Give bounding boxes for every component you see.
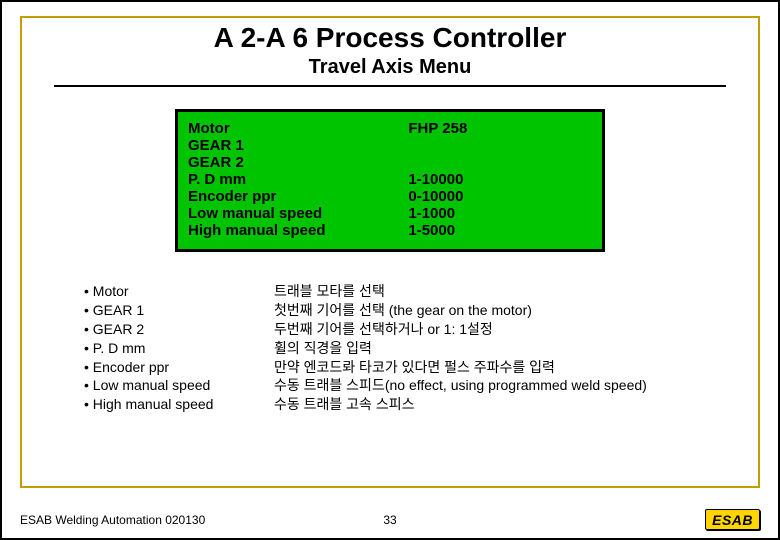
list-item: • High manual speed [84, 395, 274, 414]
bullet-desc-col: 트래블 모타를 선택 첫번째 기어를 선택 (the gear on the m… [274, 282, 760, 414]
bullet-desc: 두번째 기어를 선택하거나 or 1: 1설정 [274, 320, 760, 339]
divider [54, 85, 726, 87]
panel-row: P. D mm1-10000 [188, 171, 592, 188]
panel-label: GEAR 1 [188, 137, 408, 154]
list-item: • GEAR 2 [84, 320, 274, 339]
panel-value: FHP 258 [408, 120, 592, 137]
bullet-list: • Motor • GEAR 1 • GEAR 2 • P. D mm • En… [84, 282, 760, 414]
bullet-name: High manual speed [93, 396, 214, 412]
panel-row: Encoder ppr0-10000 [188, 188, 592, 205]
list-item: • P. D mm [84, 339, 274, 358]
list-item: • Motor [84, 282, 274, 301]
panel-value: 1-5000 [408, 222, 592, 239]
list-item: • GEAR 1 [84, 301, 274, 320]
panel-row: High manual speed1-5000 [188, 222, 592, 239]
panel-label: Motor [188, 120, 408, 137]
panel-row: Low manual speed1-1000 [188, 205, 592, 222]
panel-value: 1-10000 [408, 171, 592, 188]
panel-row: GEAR 2 [188, 154, 592, 171]
panel-label: GEAR 2 [188, 154, 408, 171]
page-title: A 2-A 6 Process Controller [20, 22, 760, 54]
bullet-name: Motor [93, 283, 129, 299]
page-subtitle: Travel Axis Menu [20, 56, 760, 79]
bullet-desc: 만약 엔코드롸 타코가 있다면 펄스 주파수를 입력 [274, 358, 760, 377]
panel-row: GEAR 1 [188, 137, 592, 154]
bullet-desc: 휠의 직경을 입력 [274, 339, 760, 358]
bullet-desc: 트래블 모타를 선택 [274, 282, 760, 301]
list-item: • Encoder ppr [84, 358, 274, 377]
slide: A 2-A 6 Process Controller Travel Axis M… [0, 0, 780, 540]
panel-value [408, 154, 592, 171]
footer-left-text: ESAB Welding Automation 020130 [20, 513, 267, 527]
bullet-name: GEAR 2 [93, 321, 144, 337]
bullet-name: Low manual speed [93, 377, 211, 393]
bullet-name: GEAR 1 [93, 302, 144, 318]
panel-label: High manual speed [188, 222, 408, 239]
settings-panel: MotorFHP 258 GEAR 1 GEAR 2 P. D mm1-1000… [175, 109, 605, 252]
page-number: 33 [267, 513, 514, 527]
bullet-name: P. D mm [93, 340, 146, 356]
bullet-desc: 수동 트래블 고속 스피스 [274, 395, 760, 414]
footer-right: ESAB [513, 509, 760, 530]
panel-label: Low manual speed [188, 205, 408, 222]
panel-value: 0-10000 [408, 188, 592, 205]
panel-row: MotorFHP 258 [188, 120, 592, 137]
bullet-name: Encoder ppr [93, 359, 169, 375]
panel-label: P. D mm [188, 171, 408, 188]
list-item: • Low manual speed [84, 376, 274, 395]
bullet-desc: 수동 트래블 스피드(no effect, using programmed w… [274, 376, 760, 395]
panel-value: 1-1000 [408, 205, 592, 222]
esab-logo: ESAB [705, 509, 760, 530]
panel-label: Encoder ppr [188, 188, 408, 205]
bullet-names-col: • Motor • GEAR 1 • GEAR 2 • P. D mm • En… [84, 282, 274, 414]
bullet-desc: 첫번째 기어를 선택 (the gear on the motor) [274, 301, 760, 320]
footer: ESAB Welding Automation 020130 33 ESAB [20, 509, 760, 530]
panel-value [408, 137, 592, 154]
